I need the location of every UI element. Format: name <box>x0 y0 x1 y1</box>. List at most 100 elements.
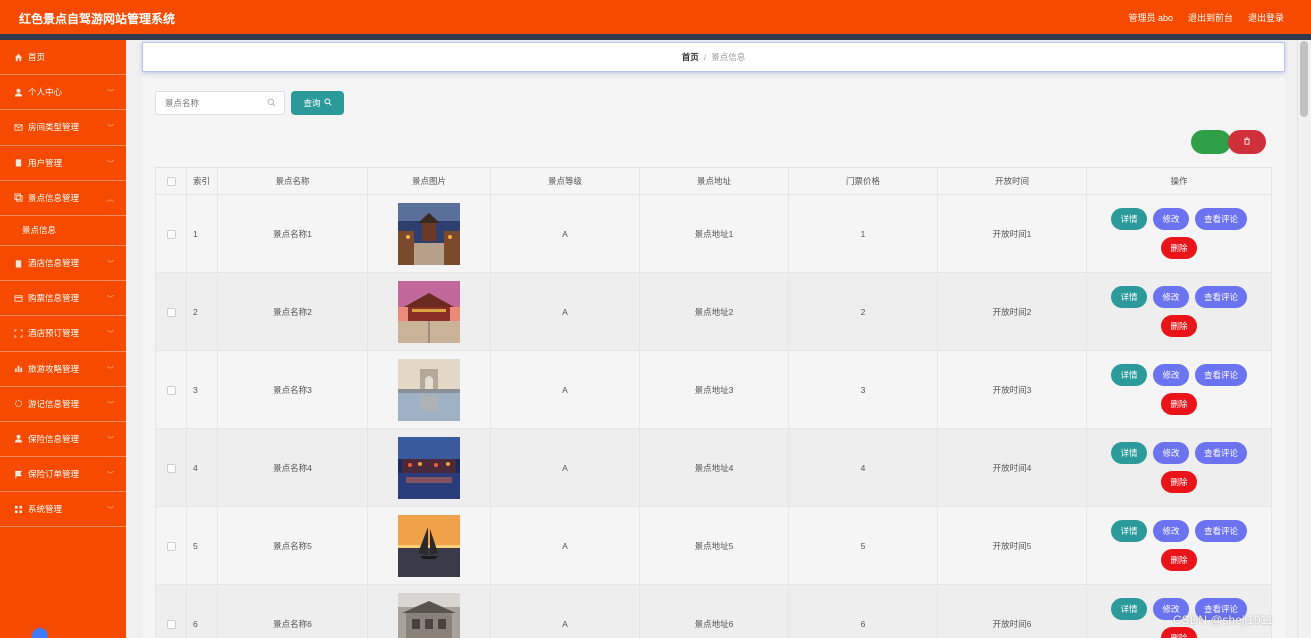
view-comments-button[interactable]: 查看评论 <box>1195 442 1247 464</box>
delete-button[interactable]: 删除 <box>1161 393 1197 415</box>
sidebar-item-travel-guide[interactable]: 旅游攻略管理 ﹀ <box>0 352 126 387</box>
vertical-scrollbar[interactable] <box>1297 40 1311 638</box>
sidebar-item-user-manage[interactable]: 用户管理 ﹀ <box>0 146 126 181</box>
row-checkbox[interactable] <box>166 385 176 395</box>
search-input[interactable] <box>156 92 256 114</box>
scenic-image[interactable] <box>398 514 460 577</box>
scenic-image[interactable] <box>398 592 460 638</box>
row-checkbox-cell[interactable] <box>155 350 187 429</box>
select-all-checkbox[interactable] <box>166 177 176 187</box>
delete-button[interactable]: 删除 <box>1161 315 1197 337</box>
view-comments-button[interactable]: 查看评论 <box>1195 208 1247 230</box>
detail-button[interactable]: 详情 <box>1111 286 1147 308</box>
sidebar-item-ticket-info[interactable]: 购票信息管理 ﹀ <box>0 281 126 317</box>
sidebar-item-home[interactable]: 首页 <box>0 40 126 76</box>
detail-button[interactable]: 详情 <box>1111 520 1147 542</box>
row-checkbox-cell[interactable] <box>155 584 187 638</box>
chevron-down-icon: ﹀ <box>107 331 114 339</box>
query-button[interactable]: 查询 <box>291 91 344 115</box>
delete-button[interactable]: 删除 <box>1161 549 1197 571</box>
card-icon <box>13 293 23 303</box>
edit-button[interactable]: 修改 <box>1153 364 1189 386</box>
breadcrumb-current: 景点信息 <box>711 52 746 62</box>
sidebar-item-room-type[interactable]: 房间类型管理 ﹀ <box>0 110 126 146</box>
edit-button[interactable]: 修改 <box>1153 520 1189 542</box>
scenic-image-cell <box>367 194 491 273</box>
scenic-image-cell <box>367 584 491 638</box>
sidebar-item-label: 酒店预订管理 <box>28 328 80 339</box>
sidebar-item-scenic-manage[interactable]: 景点信息管理 ︿ <box>0 181 126 216</box>
scenic-address: 景点地址4 <box>639 428 789 507</box>
sidebar-item-hotel-booking[interactable]: 酒店预订管理 ﹀ <box>0 316 126 352</box>
sidebar-item-personal-center[interactable]: 个人中心 ﹀ <box>0 75 126 111</box>
row-checkbox-cell[interactable] <box>155 428 187 507</box>
delete-button[interactable]: 删除 <box>1161 237 1197 259</box>
row-checkbox-cell[interactable] <box>155 272 187 351</box>
scenic-image[interactable] <box>398 202 460 265</box>
detail-button[interactable]: 详情 <box>1111 598 1147 620</box>
column-header: 景点名称 <box>217 167 368 195</box>
row-actions: 详情 修改 查看评论 删除 <box>1086 584 1272 638</box>
breadcrumb-home-link[interactable]: 首页 <box>682 51 699 63</box>
sidebar-item-insurance-info[interactable]: 保险信息管理 ﹀ <box>0 422 126 458</box>
sidebar-item-system[interactable]: 系统管理 ﹀ <box>0 492 126 528</box>
sidebar-item-label: 旅游攻略管理 <box>28 363 80 374</box>
sidebar-subitem-scenic-info[interactable]: 景点信息 <box>0 216 126 246</box>
scrollbar-thumb[interactable] <box>1300 41 1308 117</box>
back-to-front-link[interactable]: 退出到前台 <box>1188 11 1233 24</box>
sidebar-item-insurance-order[interactable]: 保险订单管理 ﹀ <box>0 457 126 493</box>
detail-button[interactable]: 详情 <box>1111 442 1147 464</box>
row-checkbox-cell[interactable] <box>155 506 187 585</box>
view-comments-button[interactable]: 查看评论 <box>1195 286 1247 308</box>
sidebar-item-travelogue[interactable]: 游记信息管理 ﹀ <box>0 387 126 422</box>
row-index: 4 <box>186 428 218 507</box>
scenic-image-cell <box>367 272 491 351</box>
edit-button[interactable]: 修改 <box>1153 208 1189 230</box>
sidebar-item-hotel-info[interactable]: 酒店信息管理 ﹀ <box>0 246 126 282</box>
open-time: 开放时间1 <box>937 194 1087 273</box>
edit-button[interactable]: 修改 <box>1153 442 1189 464</box>
add-button[interactable] <box>1191 130 1231 154</box>
batch-delete-button[interactable] <box>1228 130 1266 154</box>
scenic-image[interactable] <box>398 436 460 499</box>
scenic-address: 景点地址6 <box>639 584 789 638</box>
scenic-address: 景点地址5 <box>639 506 789 585</box>
logout-link[interactable]: 退出登录 <box>1248 11 1284 24</box>
chevron-down-icon: ﹀ <box>107 296 114 304</box>
open-time: 开放时间2 <box>937 272 1087 351</box>
row-checkbox[interactable] <box>166 229 176 239</box>
row-checkbox[interactable] <box>166 307 176 317</box>
row-checkbox[interactable] <box>166 541 176 551</box>
row-checkbox[interactable] <box>166 463 176 473</box>
detail-button[interactable]: 详情 <box>1111 208 1147 230</box>
floating-blue-badge[interactable] <box>32 628 48 638</box>
sidebar-item-label: 用户管理 <box>28 157 63 168</box>
edit-button[interactable]: 修改 <box>1153 286 1189 308</box>
table-row: 6 景点名称6 A 景点地址6 6 开放时间6 详情 修改 查看评论 删除 <box>155 584 1272 638</box>
scenic-image[interactable] <box>398 358 460 421</box>
sidebar-item-label: 景点信息管理 <box>28 192 80 203</box>
table-header-row: 索引 景点名称 景点图片 景点等级 景点地址 门票价格 开放时间 操作 <box>155 167 1272 195</box>
view-comments-button[interactable]: 查看评论 <box>1195 520 1247 542</box>
admin-user-label: 管理员 abo <box>1128 13 1173 23</box>
row-index: 6 <box>186 584 218 638</box>
scenic-name: 景点名称5 <box>217 506 368 585</box>
table-row: 1 景点名称1 A 景点地址1 1 开放时间1 详情 修改 查看评论 删除 <box>155 194 1272 273</box>
view-comments-button[interactable]: 查看评论 <box>1195 364 1247 386</box>
scenic-level: A <box>490 584 640 638</box>
row-checkbox-cell[interactable] <box>155 194 187 273</box>
delete-button[interactable]: 删除 <box>1161 627 1197 638</box>
scenic-name: 景点名称1 <box>217 194 368 273</box>
table-row: 3 景点名称3 A 景点地址3 3 开放时间3 详情 修改 查看评论 删除 <box>155 350 1272 429</box>
sidebar-item-label: 房间类型管理 <box>28 122 80 133</box>
detail-button[interactable]: 详情 <box>1111 364 1147 386</box>
row-index: 1 <box>186 194 218 273</box>
scenic-image[interactable] <box>398 280 460 343</box>
ticket-price: 3 <box>788 350 938 429</box>
select-all-cell[interactable] <box>155 167 187 195</box>
row-checkbox[interactable] <box>166 619 176 629</box>
scenic-level: A <box>490 194 640 273</box>
sidebar-menu: 首页 个人中心 ﹀ 房间类型管理 ﹀ 用户管理 ﹀ 景点信息管理 ︿ 景点信息 … <box>0 40 126 638</box>
delete-button[interactable]: 删除 <box>1161 471 1197 493</box>
scenic-image-cell <box>367 428 491 507</box>
